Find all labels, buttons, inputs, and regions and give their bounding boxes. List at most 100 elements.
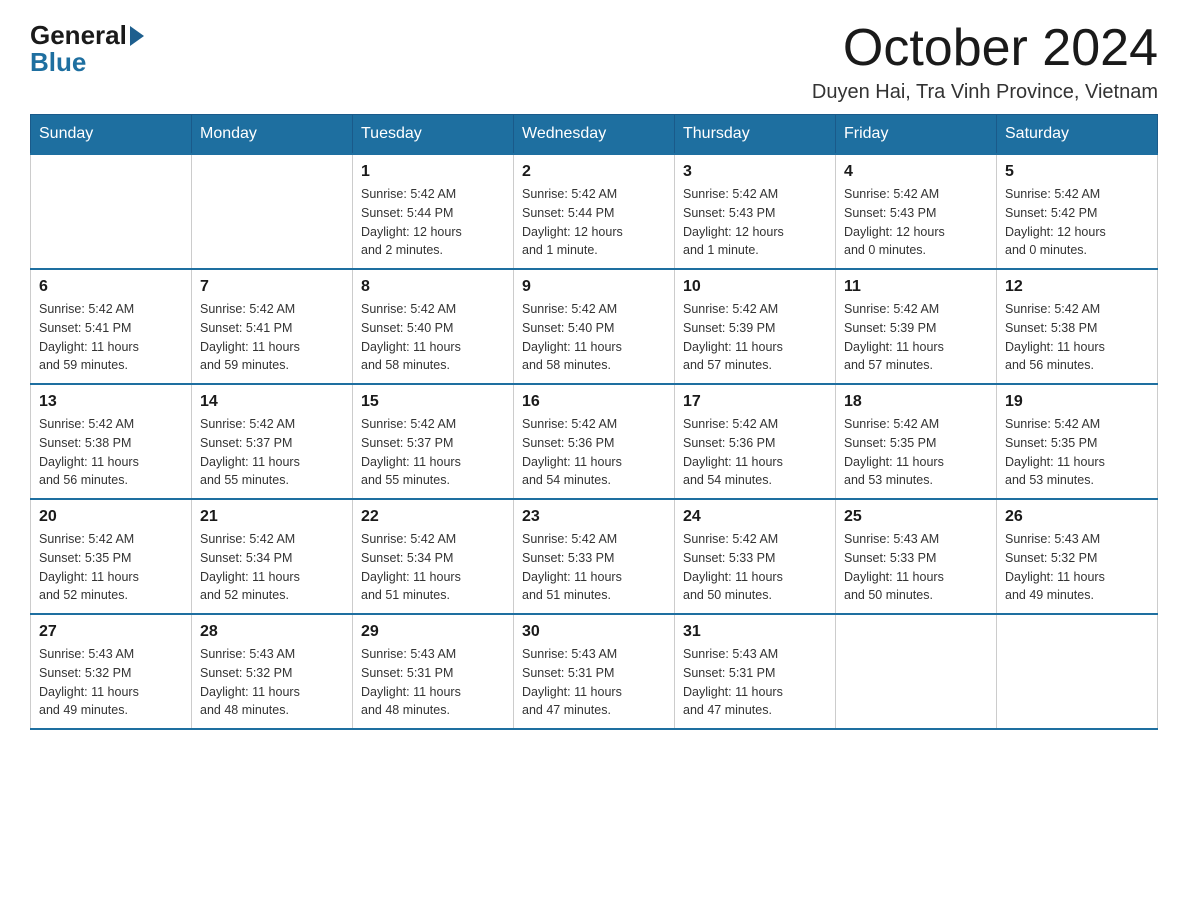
day-number: 26 — [1005, 508, 1149, 526]
calendar-cell: 5Sunrise: 5:42 AM Sunset: 5:42 PM Daylig… — [997, 154, 1158, 269]
calendar-cell — [192, 154, 353, 269]
column-header-wednesday: Wednesday — [514, 115, 675, 155]
day-info: Sunrise: 5:42 AM Sunset: 5:41 PM Dayligh… — [200, 300, 344, 375]
day-info: Sunrise: 5:42 AM Sunset: 5:36 PM Dayligh… — [522, 415, 666, 490]
day-number: 29 — [361, 623, 505, 641]
day-number: 19 — [1005, 393, 1149, 411]
title-section: October 2024 Duyen Hai, Tra Vinh Provinc… — [812, 20, 1158, 104]
calendar-cell: 8Sunrise: 5:42 AM Sunset: 5:40 PM Daylig… — [353, 269, 514, 384]
calendar-week-row: 27 Sunrise: 5:43 AM Sunset: 5:32 PM Dayli… — [31, 614, 1158, 729]
day-info: Sunrise: 5:42 AM Sunset: 5:33 PM Dayligh… — [522, 530, 666, 605]
calendar-week-row: 6 Sunrise: 5:42 AM Sunset: 5:41 PM Daylig… — [31, 269, 1158, 384]
day-info: Sunrise: 5:43 AM Sunset: 5:32 PM Dayligh… — [200, 645, 344, 720]
logo: General Blue — [30, 20, 147, 78]
column-header-monday: Monday — [192, 115, 353, 155]
calendar-cell — [836, 614, 997, 729]
day-number: 20 — [39, 508, 183, 526]
day-number: 11 — [844, 278, 988, 296]
day-info: Sunrise: 5:42 AM Sunset: 5:44 PM Dayligh… — [361, 185, 505, 260]
day-number: 1 — [361, 163, 505, 181]
calendar-table: SundayMondayTuesdayWednesdayThursdayFrid… — [30, 114, 1158, 730]
calendar-cell: 4 Sunrise: 5:42 AM Sunset: 5:43 PM Daylig… — [836, 154, 997, 269]
calendar-cell — [31, 154, 192, 269]
calendar-cell: 16 Sunrise: 5:42 AM Sunset: 5:36 PM Dayli… — [514, 384, 675, 499]
day-number: 24 — [683, 508, 827, 526]
calendar-cell: 10Sunrise: 5:42 AM Sunset: 5:39 PM Dayli… — [675, 269, 836, 384]
day-info: Sunrise: 5:43 AM Sunset: 5:33 PM Dayligh… — [844, 530, 988, 605]
day-info: Sunrise: 5:42 AM Sunset: 5:35 PM Dayligh… — [1005, 415, 1149, 490]
day-number: 13 — [39, 393, 183, 411]
day-number: 27 — [39, 623, 183, 641]
calendar-week-row: 13 Sunrise: 5:42 AM Sunset: 5:38 PM Dayli… — [31, 384, 1158, 499]
day-info: Sunrise: 5:42 AM Sunset: 5:42 PM Dayligh… — [1005, 185, 1149, 260]
day-number: 31 — [683, 623, 827, 641]
day-number: 21 — [200, 508, 344, 526]
day-number: 17 — [683, 393, 827, 411]
day-info: Sunrise: 5:42 AM Sunset: 5:34 PM Dayligh… — [361, 530, 505, 605]
day-info: Sunrise: 5:42 AM Sunset: 5:43 PM Dayligh… — [844, 185, 988, 260]
day-number: 15 — [361, 393, 505, 411]
day-number: 6 — [39, 278, 183, 296]
day-number: 28 — [200, 623, 344, 641]
day-info: Sunrise: 5:42 AM Sunset: 5:36 PM Dayligh… — [683, 415, 827, 490]
day-info: Sunrise: 5:42 AM Sunset: 5:38 PM Dayligh… — [39, 415, 183, 490]
day-number: 7 — [200, 278, 344, 296]
calendar-cell: 9Sunrise: 5:42 AM Sunset: 5:40 PM Daylig… — [514, 269, 675, 384]
day-info: Sunrise: 5:42 AM Sunset: 5:38 PM Dayligh… — [1005, 300, 1149, 375]
day-info: Sunrise: 5:42 AM Sunset: 5:37 PM Dayligh… — [200, 415, 344, 490]
day-info: Sunrise: 5:43 AM Sunset: 5:32 PM Dayligh… — [1005, 530, 1149, 605]
calendar-cell: 18 Sunrise: 5:42 AM Sunset: 5:35 PM Dayli… — [836, 384, 997, 499]
column-header-tuesday: Tuesday — [353, 115, 514, 155]
day-number: 30 — [522, 623, 666, 641]
calendar-cell: 21 Sunrise: 5:42 AM Sunset: 5:34 PM Dayli… — [192, 499, 353, 614]
day-info: Sunrise: 5:42 AM Sunset: 5:34 PM Dayligh… — [200, 530, 344, 605]
calendar-cell: 23Sunrise: 5:42 AM Sunset: 5:33 PM Dayli… — [514, 499, 675, 614]
day-number: 18 — [844, 393, 988, 411]
month-title: October 2024 — [812, 20, 1158, 77]
day-info: Sunrise: 5:42 AM Sunset: 5:43 PM Dayligh… — [683, 185, 827, 260]
calendar-cell: 12 Sunrise: 5:42 AM Sunset: 5:38 PM Dayli… — [997, 269, 1158, 384]
calendar-cell: 13 Sunrise: 5:42 AM Sunset: 5:38 PM Dayli… — [31, 384, 192, 499]
logo-arrow-icon — [130, 26, 144, 46]
calendar-cell: 17 Sunrise: 5:42 AM Sunset: 5:36 PM Dayli… — [675, 384, 836, 499]
day-number: 16 — [522, 393, 666, 411]
day-info: Sunrise: 5:42 AM Sunset: 5:39 PM Dayligh… — [844, 300, 988, 375]
calendar-cell: 26 Sunrise: 5:43 AM Sunset: 5:32 PM Dayli… — [997, 499, 1158, 614]
logo-blue-text: Blue — [30, 47, 86, 78]
location: Duyen Hai, Tra Vinh Province, Vietnam — [812, 81, 1158, 104]
day-number: 2 — [522, 163, 666, 181]
calendar-cell: 3Sunrise: 5:42 AM Sunset: 5:43 PM Daylig… — [675, 154, 836, 269]
day-info: Sunrise: 5:42 AM Sunset: 5:37 PM Dayligh… — [361, 415, 505, 490]
calendar-cell: 22 Sunrise: 5:42 AM Sunset: 5:34 PM Dayli… — [353, 499, 514, 614]
calendar-week-row: 20 Sunrise: 5:42 AM Sunset: 5:35 PM Dayli… — [31, 499, 1158, 614]
calendar-cell: 24 Sunrise: 5:42 AM Sunset: 5:33 PM Dayli… — [675, 499, 836, 614]
calendar-cell: 30 Sunrise: 5:43 AM Sunset: 5:31 PM Dayli… — [514, 614, 675, 729]
day-info: Sunrise: 5:43 AM Sunset: 5:31 PM Dayligh… — [522, 645, 666, 720]
calendar-cell: 1 Sunrise: 5:42 AM Sunset: 5:44 PM Daylig… — [353, 154, 514, 269]
calendar-cell — [997, 614, 1158, 729]
day-number: 14 — [200, 393, 344, 411]
day-number: 4 — [844, 163, 988, 181]
calendar-cell: 2 Sunrise: 5:42 AM Sunset: 5:44 PM Daylig… — [514, 154, 675, 269]
day-info: Sunrise: 5:42 AM Sunset: 5:44 PM Dayligh… — [522, 185, 666, 260]
day-info: Sunrise: 5:42 AM Sunset: 5:35 PM Dayligh… — [39, 530, 183, 605]
calendar-cell: 11 Sunrise: 5:42 AM Sunset: 5:39 PM Dayli… — [836, 269, 997, 384]
calendar-header-row: SundayMondayTuesdayWednesdayThursdayFrid… — [31, 115, 1158, 155]
calendar-cell: 31 Sunrise: 5:43 AM Sunset: 5:31 PM Dayli… — [675, 614, 836, 729]
calendar-cell: 7 Sunrise: 5:42 AM Sunset: 5:41 PM Daylig… — [192, 269, 353, 384]
day-number: 12 — [1005, 278, 1149, 296]
calendar-cell: 29Sunrise: 5:43 AM Sunset: 5:31 PM Dayli… — [353, 614, 514, 729]
day-number: 22 — [361, 508, 505, 526]
day-info: Sunrise: 5:42 AM Sunset: 5:33 PM Dayligh… — [683, 530, 827, 605]
calendar-week-row: 1 Sunrise: 5:42 AM Sunset: 5:44 PM Daylig… — [31, 154, 1158, 269]
calendar-cell: 28 Sunrise: 5:43 AM Sunset: 5:32 PM Dayli… — [192, 614, 353, 729]
day-number: 8 — [361, 278, 505, 296]
calendar-cell: 27Sunrise: 5:43 AM Sunset: 5:32 PM Dayli… — [31, 614, 192, 729]
day-number: 9 — [522, 278, 666, 296]
day-info: Sunrise: 5:42 AM Sunset: 5:39 PM Dayligh… — [683, 300, 827, 375]
day-info: Sunrise: 5:42 AM Sunset: 5:41 PM Dayligh… — [39, 300, 183, 375]
day-info: Sunrise: 5:43 AM Sunset: 5:31 PM Dayligh… — [683, 645, 827, 720]
calendar-cell: 19 Sunrise: 5:42 AM Sunset: 5:35 PM Dayli… — [997, 384, 1158, 499]
calendar-cell: 6 Sunrise: 5:42 AM Sunset: 5:41 PM Daylig… — [31, 269, 192, 384]
day-info: Sunrise: 5:42 AM Sunset: 5:35 PM Dayligh… — [844, 415, 988, 490]
